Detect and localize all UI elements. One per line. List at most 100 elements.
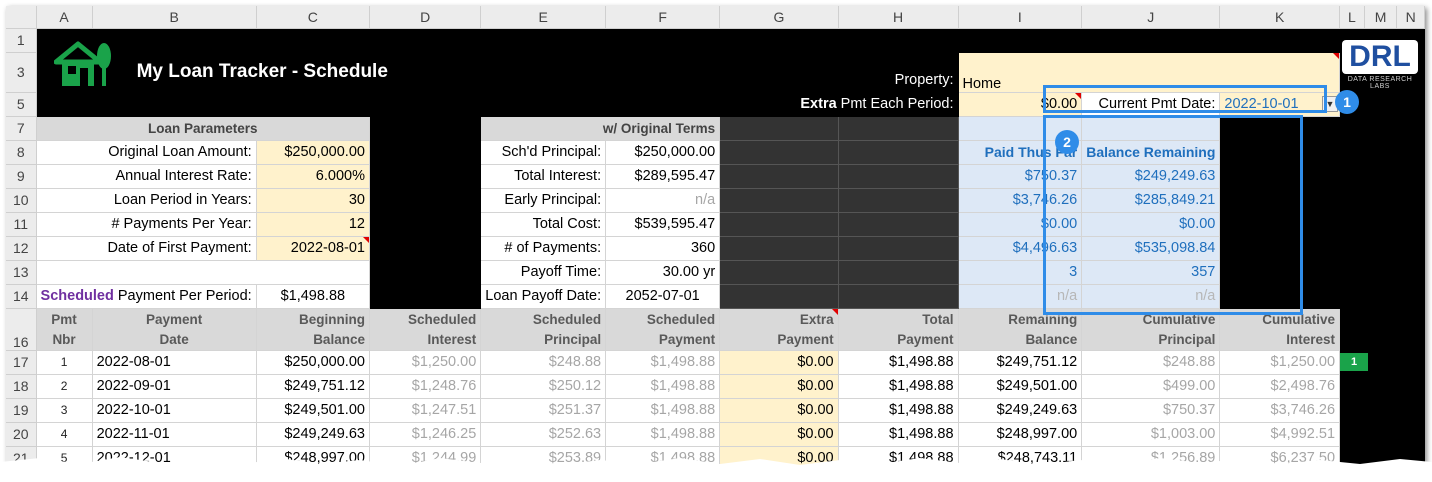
- house-icon: [54, 41, 111, 86]
- column-header[interactable]: M: [1364, 6, 1398, 29]
- loan-period-input[interactable]: 30: [256, 188, 370, 213]
- row-header[interactable]: 8: [6, 140, 37, 165]
- beginning-balance: $249,501.00: [256, 398, 370, 423]
- term-value: 360: [605, 236, 721, 261]
- column-header[interactable]: B: [92, 6, 257, 29]
- term-label: Total Cost:: [480, 212, 607, 237]
- balance-value: n/a: [1081, 284, 1221, 309]
- param-label: Original Loan Amount:: [36, 140, 257, 165]
- row-header[interactable]: 13: [6, 260, 37, 285]
- first-payment-date-input[interactable]: 2022-08-01: [256, 236, 370, 261]
- param-label: Annual Interest Rate:: [36, 164, 257, 189]
- select-all-corner[interactable]: [6, 6, 37, 29]
- row-header[interactable]: 5: [6, 92, 37, 117]
- paid-value: $3,746.26: [958, 188, 1083, 213]
- sched-payment: $1,498.88: [605, 374, 721, 399]
- sched-interest: $1,247.51: [369, 398, 482, 423]
- column-header[interactable]: E: [480, 6, 607, 29]
- row-header[interactable]: 9: [6, 164, 37, 189]
- extra-payment-input[interactable]: $0.00: [958, 92, 1083, 117]
- param-label: Date of First Payment:: [36, 236, 257, 261]
- total-payment: $1,498.88: [838, 350, 959, 375]
- cum-principal: $750.37: [1081, 398, 1221, 423]
- row-header[interactable]: 19: [6, 398, 37, 423]
- pmt-number: 2: [36, 374, 93, 399]
- extra-payment-cell[interactable]: $0.00: [719, 398, 839, 423]
- row-header[interactable]: 1: [6, 28, 37, 53]
- beginning-balance: $250,000.00: [256, 350, 370, 375]
- term-label: Total Interest:: [480, 164, 607, 189]
- term-value: 30.00 yr: [605, 260, 721, 285]
- payments-per-year-input[interactable]: 12: [256, 212, 370, 237]
- interest-rate-input[interactable]: 6.000%: [256, 164, 370, 189]
- term-label: Sch'd Principal:: [480, 140, 607, 165]
- row-header[interactable]: 7: [6, 116, 37, 141]
- current-row-badge: 1: [1340, 353, 1369, 371]
- column-header[interactable]: D: [369, 6, 482, 29]
- col-header-extra-payment: Extra Payment: [719, 308, 839, 351]
- col-header-cum-principal: Cumulative Principal: [1081, 308, 1221, 351]
- column-header[interactable]: G: [719, 6, 839, 29]
- term-label: Payoff Time:: [480, 260, 607, 285]
- col-header-payment-date: Payment Date: [92, 308, 257, 351]
- scheduled-payment-label: Scheduled Payment Per Period:: [36, 284, 257, 309]
- term-label: Early Principal:: [480, 188, 607, 213]
- term-label: # of Payments:: [480, 236, 607, 261]
- col-header-sched-payment: Scheduled Payment: [605, 308, 721, 351]
- loan-amount-input[interactable]: $250,000.00: [256, 140, 370, 165]
- extra-payment-cell[interactable]: $0.00: [719, 374, 839, 399]
- column-header[interactable]: C: [256, 6, 370, 29]
- beginning-balance: $249,249.63: [256, 422, 370, 447]
- row-header[interactable]: 20: [6, 422, 37, 447]
- row-header[interactable]: 18: [6, 374, 37, 399]
- row-header[interactable]: 10: [6, 188, 37, 213]
- col-header-total-payment: Total Payment: [838, 308, 959, 351]
- table-row: 20 4 2022-11-01 $249,249.63 $1,246.25 $2…: [6, 422, 1425, 447]
- row-header[interactable]: 12: [6, 236, 37, 261]
- row-header[interactable]: 3: [6, 52, 37, 93]
- sched-payment: $1,498.88: [605, 422, 721, 447]
- row-header[interactable]: 16: [6, 308, 37, 351]
- column-header[interactable]: K: [1219, 6, 1341, 29]
- spreadsheet-window: A B C D E F G H I J K L M N 1 3 My Loan …: [6, 6, 1425, 482]
- table-row: 19 3 2022-10-01 $249,501.00 $1,247.51 $2…: [6, 398, 1425, 423]
- remaining-balance: $248,997.00: [958, 422, 1083, 447]
- column-header[interactable]: A: [36, 6, 93, 29]
- paid-value: 3: [958, 260, 1083, 285]
- sched-principal: $252.63: [480, 422, 607, 447]
- table-row: 18 2 2022-09-01 $249,751.12 $1,248.76 $2…: [6, 374, 1425, 399]
- column-header[interactable]: L: [1339, 6, 1365, 29]
- payment-date: 2022-11-01: [92, 422, 257, 447]
- extra-payment-cell[interactable]: $0.00: [719, 350, 839, 375]
- extra-payment-label: Extra Pmt Each Period:: [719, 92, 959, 117]
- current-pmt-date-select[interactable]: 2022-10-01 ▼: [1219, 92, 1341, 117]
- term-value: n/a: [605, 188, 721, 213]
- column-header[interactable]: H: [838, 6, 959, 29]
- term-value: $250,000.00: [605, 140, 721, 165]
- row-header[interactable]: 11: [6, 212, 37, 237]
- sched-interest: $1,248.76: [369, 374, 482, 399]
- callout-2: 2: [1055, 130, 1079, 154]
- beginning-balance: $249,751.12: [256, 374, 370, 399]
- row-header[interactable]: 17: [6, 350, 37, 375]
- sched-interest: $1,250.00: [369, 350, 482, 375]
- col-header-sched-interest: Scheduled Interest: [369, 308, 482, 351]
- column-header[interactable]: I: [958, 6, 1083, 29]
- sched-principal: $248.88: [480, 350, 607, 375]
- remaining-balance: $249,501.00: [958, 374, 1083, 399]
- param-label: Loan Period in Years:: [36, 188, 257, 213]
- paid-value: $0.00: [958, 212, 1083, 237]
- property-input[interactable]: Home: [958, 52, 1341, 93]
- extra-payment-cell[interactable]: $0.00: [719, 422, 839, 447]
- page-title: My Loan Tracker - Schedule: [136, 61, 388, 82]
- column-header[interactable]: N: [1396, 6, 1425, 29]
- param-label: # Payments Per Year:: [36, 212, 257, 237]
- term-value: $539,595.47: [605, 212, 721, 237]
- drl-logo: DRL DATA RESEARCH LABS: [1342, 40, 1418, 90]
- pmt-number: 1: [36, 350, 93, 375]
- column-header[interactable]: F: [605, 6, 721, 29]
- balance-value: $285,849.21: [1081, 188, 1221, 213]
- row-header[interactable]: 14: [6, 284, 37, 309]
- balance-value: $0.00: [1081, 212, 1221, 237]
- column-header[interactable]: J: [1081, 6, 1221, 29]
